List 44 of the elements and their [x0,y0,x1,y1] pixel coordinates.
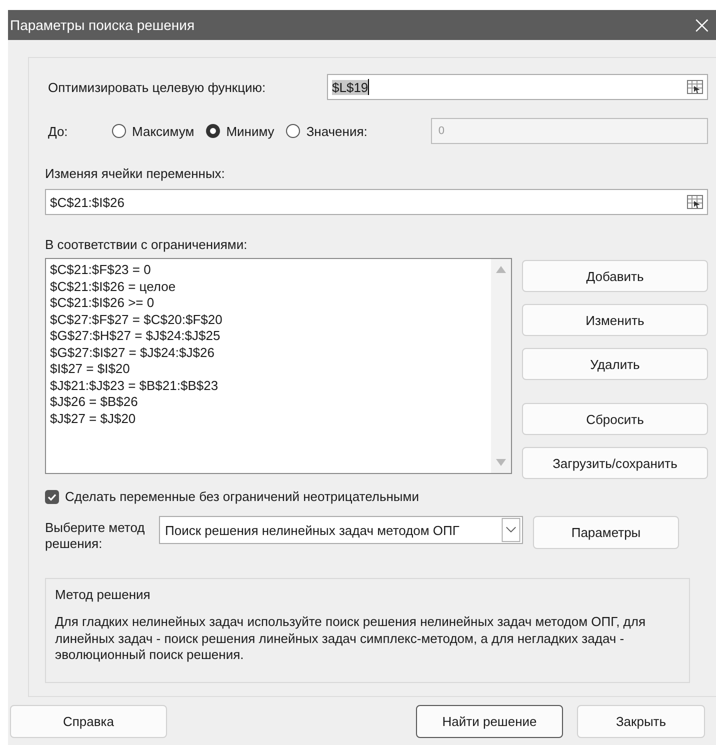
radio-option[interactable]: Максимум [112,124,194,138]
constraint-item[interactable]: $J$26 = $B$26 [50,394,487,410]
constraint-button[interactable]: Удалить [522,348,708,380]
window-title: Параметры поиска решения [9,17,195,33]
to-label: До: [47,124,69,138]
cell-reference-icon[interactable] [687,195,703,209]
nonnegative-checkbox[interactable]: Сделать переменные без ограничений неотрицательными [45,489,708,504]
method-dropdown[interactable]: Поиск решения нелинейных задач методом ОПГ [159,516,523,544]
constraints-list[interactable]: $C$21:$F$23 = 0 $C$21:$I$26 = целое $C$21:$I$26 >= 0 $C$27:$F$27 = $C$20:$F$20 $G$27:$H$27 = $J$24:$J$25 $G$27:$I$27 = $J$24:$J$26 $I$27 = $I$20 $J$21:$J$23 = $B$21:$B$23 $J$26 = $B$26 $J$27 = $J$20 [45,258,512,474]
checkbox-icon[interactable] [45,490,59,504]
constraint-item[interactable]: $C$27:$F$27 = $C$20:$F$20 [50,312,487,328]
constraint-item[interactable]: $J$27 = $J$20 [50,410,487,427]
constraint-item[interactable]: $G$27:$H$27 = $J$24:$J$25 [50,328,487,344]
radio-option[interactable]: Миниму [206,124,274,138]
radio-option[interactable]: Значения: [286,124,368,138]
footer-button[interactable]: Справка [10,705,167,738]
scroll-up-icon[interactable] [496,265,506,273]
cell-reference-icon[interactable] [687,80,703,94]
field-value: $L$19 [332,80,368,94]
constraint-item[interactable]: $C$21:$F$23 = 0 [50,262,487,278]
chevron-down-icon[interactable] [501,518,521,542]
footer-button[interactable]: Найти решение [416,705,563,738]
scroll-bar[interactable] [491,259,511,473]
objective-field[interactable]: $L$19 [327,74,708,100]
constraint-button[interactable]: Сбросить [522,403,708,435]
variables-label: Изменяя ячейки переменных: [45,166,226,181]
footer-button[interactable]: Закрыть [577,705,705,738]
constraint-button[interactable]: Загрузить/сохранить [522,447,708,479]
constraint-item[interactable]: $G$27:$I$27 = $J$24:$J$26 [50,344,487,361]
constraint-button[interactable]: Изменить [522,304,708,336]
parameters-button[interactable]: Параметры [533,516,679,549]
constraint-item[interactable]: $C$21:$I$26 >= 0 [50,295,487,312]
info-text: Для гладких нелинейных задач используйте поиск решения нелинейных задач методом ОПГ, для линейных задач - поиск решения линейных задач симплекс-методом, а для негладких задач - эволюционный поиск решения. [55,614,646,664]
variables-field[interactable]: $C$21:$I$26 [45,189,708,215]
constraints-label: В соответствии с ограничениями: [45,237,248,252]
constraint-item[interactable]: $C$21:$I$26 = целое [50,278,487,295]
constraint-item[interactable]: $I$27 = $I$20 [50,361,487,378]
method-label: Выберите метод решения: [45,519,146,552]
close-button[interactable]: × [688,13,716,37]
constraint-button[interactable]: Добавить [522,260,708,292]
constraint-item[interactable]: $J$21:$J$23 = $B$21:$B$23 [50,378,487,394]
objective-label: Оптимизировать целевую функцию: [47,80,267,94]
info-title: Метод решения [55,587,152,602]
scroll-down-icon[interactable] [496,459,506,467]
